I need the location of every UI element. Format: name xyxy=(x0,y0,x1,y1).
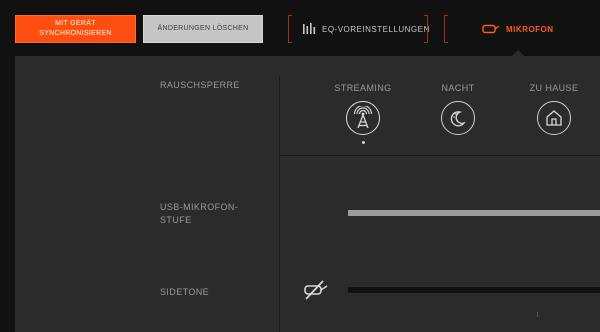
preset-night-label: NACHT xyxy=(441,83,475,93)
sidetone-slider[interactable] xyxy=(348,287,600,293)
broadcast-tower-icon xyxy=(346,101,380,135)
tab-bracket-left-2 xyxy=(444,15,448,43)
moon-stars-icon xyxy=(441,101,475,135)
tab-bracket-left xyxy=(288,15,292,43)
tab-microphone[interactable]: MIKROFON xyxy=(482,15,554,43)
tab-eq-presets[interactable]: EQ-VOREINSTELLUNGEN xyxy=(302,15,430,43)
selected-indicator-dot xyxy=(361,141,365,144)
preset-home-label: ZU HAUSE xyxy=(529,83,579,93)
house-icon xyxy=(537,101,571,135)
microphone-settings-panel: RAUSCHSPERRE STREAMING NACHT ZU HAUSE US… xyxy=(15,56,600,332)
preset-home[interactable]: ZU HAUSE xyxy=(519,83,589,135)
clear-changes-button[interactable]: ÄNDERUNGEN LÖSCHEN xyxy=(143,15,263,43)
section-divider xyxy=(280,155,600,156)
sync-with-device-button[interactable]: MIT GERÄT SYNCHRONISIEREN xyxy=(15,15,136,43)
preset-streaming-label: STREAMING xyxy=(334,83,392,93)
microphone-icon xyxy=(482,24,500,34)
sidetone-mute-icon[interactable] xyxy=(302,279,330,306)
slider-tick-mark xyxy=(537,312,538,317)
preset-night[interactable]: NACHT xyxy=(423,83,493,135)
preset-streaming[interactable]: STREAMING xyxy=(328,83,398,144)
tab-bracket-right xyxy=(424,15,428,43)
usb-mic-level-fill xyxy=(348,210,600,216)
column-divider xyxy=(279,76,280,332)
sidetone-label: SIDETONE xyxy=(160,287,210,297)
tab-eq-label: EQ-VOREINSTELLUNGEN xyxy=(322,24,430,34)
equalizer-icon xyxy=(302,23,316,35)
noise-gate-label: RAUSCHSPERRE xyxy=(160,80,240,90)
usb-mic-level-label: USB-MIKROFON- STUFE xyxy=(160,202,239,225)
top-toolbar: MIT GERÄT SYNCHRONISIEREN ÄNDERUNGEN LÖS… xyxy=(0,0,600,56)
tab-microphone-label: MIKROFON xyxy=(506,24,554,34)
usb-mic-level-slider[interactable] xyxy=(348,210,600,216)
